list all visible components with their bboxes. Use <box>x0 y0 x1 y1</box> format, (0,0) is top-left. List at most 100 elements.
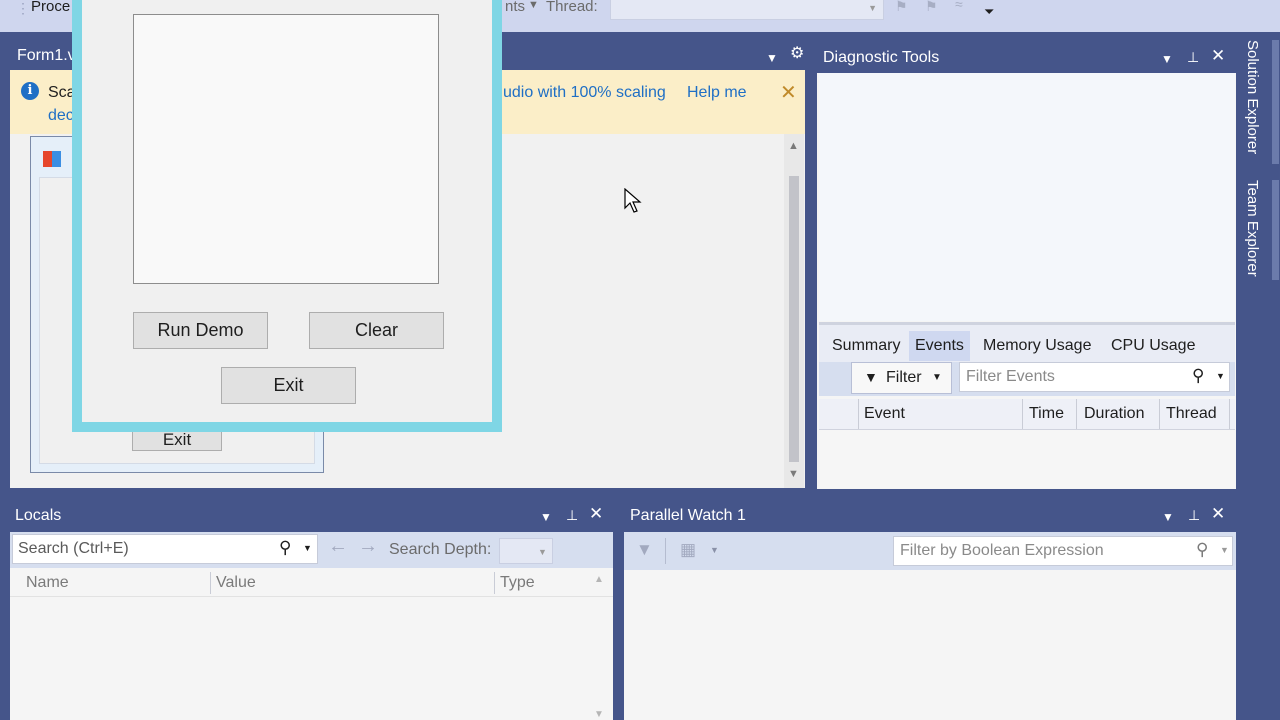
chevron-down-icon: ▼ <box>932 372 942 383</box>
thread-label: Thread: <box>546 0 598 15</box>
filter-events-placeholder: Filter Events <box>966 368 1055 385</box>
filter-icon[interactable]: ▼ <box>636 540 653 560</box>
column-time[interactable]: Time <box>1029 405 1064 423</box>
tab-cpu-usage[interactable]: CPU Usage <box>1111 337 1195 355</box>
gear-icon[interactable]: ⚙ <box>790 46 804 62</box>
locals-toolbar: Search (Ctrl+E) ⚲ ▼ ← → Search Depth: ▼ <box>10 532 613 568</box>
parallel-watch-body <box>624 570 1236 720</box>
filter-icon: ▼ <box>864 369 878 385</box>
search-icon[interactable]: ⚲ <box>279 538 291 558</box>
tab-events[interactable]: Events <box>909 331 970 361</box>
scroll-down-icon[interactable]: ▼ <box>788 468 799 480</box>
output-textbox[interactable] <box>133 14 439 284</box>
column-event[interactable]: Event <box>864 405 905 423</box>
diagnostic-graphs-area <box>819 73 1235 321</box>
column-duration[interactable]: Duration <box>1084 405 1144 423</box>
pin-icon[interactable]: ⊥ <box>1188 507 1200 523</box>
locals-header: Locals ▼ ⊥ ✕ <box>10 501 613 531</box>
forward-arrow-icon[interactable]: → <box>358 535 378 558</box>
chevron-down-icon[interactable]: ▼ <box>1220 545 1229 555</box>
clear-button[interactable]: Clear <box>309 312 444 349</box>
tab-memory-usage[interactable]: Memory Usage <box>983 337 1091 355</box>
boolean-filter-input[interactable]: Filter by Boolean Expression ⚲ ▼ <box>893 536 1233 566</box>
tab-indicator <box>1272 180 1279 280</box>
locals-grid-header: Name Value Type ▲ <box>10 568 613 597</box>
overflow-icon[interactable]: ⏷ <box>984 4 994 20</box>
flag-icon[interactable]: ⚑ <box>895 0 908 15</box>
chevron-down-icon[interactable]: ▼ <box>1216 371 1225 381</box>
parallel-watch-toolbar: ▼ ▦ ▼ Filter by Boolean Expression ⚲ ▼ <box>624 532 1236 570</box>
filter-events-input[interactable]: Filter Events ⚲ ▼ <box>959 362 1230 392</box>
tab-summary[interactable]: Summary <box>832 337 900 355</box>
filter-button[interactable]: ▼ Filter ▼ <box>851 362 952 394</box>
scroll-down-icon[interactable]: ▼ <box>594 709 604 720</box>
search-icon[interactable]: ⚲ <box>1196 540 1208 560</box>
column-thread[interactable]: Thread <box>1166 405 1217 423</box>
grid-icon[interactable]: ▦ <box>680 540 696 560</box>
right-dock-sidebar: Solution Explorer Team Explorer <box>1236 32 1280 720</box>
document-tab-form1[interactable]: Form1.v <box>17 47 76 65</box>
help-me-link[interactable]: Help me <box>687 84 747 102</box>
flag-all-icon[interactable]: ⚑ <box>925 0 938 15</box>
form-app-icon <box>43 151 61 167</box>
scroll-thumb[interactable] <box>789 176 799 462</box>
locals-search-placeholder: Search (Ctrl+E) <box>18 540 129 557</box>
team-explorer-tab[interactable]: Team Explorer <box>1244 180 1261 277</box>
search-icon[interactable]: ⚲ <box>1192 366 1204 386</box>
column-separator <box>210 572 211 594</box>
parallel-watch-header: Parallel Watch 1 ▼ ⊥ ✕ <box>624 501 1236 531</box>
close-icon[interactable]: ✕ <box>780 80 797 105</box>
mouse-cursor-icon <box>624 188 642 213</box>
scroll-up-icon[interactable]: ▲ <box>788 140 799 152</box>
column-type[interactable]: Type <box>500 574 535 592</box>
stack-frames-icon[interactable]: ≈ <box>955 0 963 12</box>
chevron-down-icon[interactable]: ▼ <box>303 543 312 553</box>
search-depth-combo[interactable]: ▼ <box>499 538 553 564</box>
events-grid-header: Event Time Duration Thread <box>819 399 1235 430</box>
pin-icon[interactable]: ⊥ <box>566 507 578 523</box>
chevron-down-icon[interactable]: ▼ <box>710 545 719 555</box>
toolbar-separator <box>665 538 666 564</box>
parallel-watch-title: Parallel Watch 1 <box>630 507 746 524</box>
column-name[interactable]: Name <box>26 574 69 592</box>
diagnostic-tabs: Summary Events Memory Usage CPU Usage <box>819 322 1235 367</box>
column-separator <box>1159 399 1160 429</box>
boolean-filter-placeholder: Filter by Boolean Expression <box>900 542 1104 559</box>
events-dropdown-icon[interactable]: ▼ <box>528 0 539 11</box>
locals-title: Locals <box>15 507 62 524</box>
filter-label: Filter <box>886 369 922 386</box>
tab-dropdown-icon[interactable]: ▼ <box>766 50 778 66</box>
designer-exit-button[interactable]: Exit <box>132 429 222 451</box>
column-separator <box>858 399 859 429</box>
panel-dropdown-icon[interactable]: ▼ <box>1162 509 1174 525</box>
close-icon[interactable]: ✕ <box>1211 47 1225 64</box>
diagnostic-tools-title: Diagnostic Tools <box>823 49 940 66</box>
infobar-scaling-link[interactable]: udio with 100% scaling <box>503 84 666 102</box>
close-icon[interactable]: ✕ <box>1211 505 1225 522</box>
designer-scrollbar[interactable]: ▲ ▼ <box>784 134 804 488</box>
locals-grid-body: ▼ <box>10 597 613 720</box>
column-value[interactable]: Value <box>216 574 256 592</box>
panel-dropdown-icon[interactable]: ▼ <box>540 509 552 525</box>
locals-search-input[interactable]: Search (Ctrl+E) ⚲ ▼ <box>12 534 318 564</box>
scroll-up-icon[interactable]: ▲ <box>594 574 604 585</box>
solution-explorer-tab[interactable]: Solution Explorer <box>1244 40 1261 154</box>
thread-combo[interactable]: ▼ <box>610 0 884 20</box>
column-separator <box>1229 399 1230 429</box>
column-separator <box>494 572 495 594</box>
exit-button[interactable]: Exit <box>221 367 356 404</box>
infobar-message-link[interactable]: dec <box>48 107 74 125</box>
chevron-down-icon: ▼ <box>538 547 547 557</box>
panel-dropdown-icon[interactable]: ▼ <box>1161 51 1173 67</box>
process-label: Proce <box>31 0 71 15</box>
pin-icon[interactable]: ⊥ <box>1187 49 1199 65</box>
chevron-down-icon: ▼ <box>868 3 877 13</box>
events-grid-body <box>819 430 1235 488</box>
close-icon[interactable]: ✕ <box>589 505 603 522</box>
run-demo-button[interactable]: Run Demo <box>133 312 268 349</box>
diagnostic-filter-row: ▼ Filter ▼ Filter Events ⚲ ▼ <box>819 362 1235 396</box>
events-label: nts <box>505 0 526 15</box>
column-separator <box>1022 399 1023 429</box>
back-arrow-icon[interactable]: ← <box>328 535 348 558</box>
search-depth-label: Search Depth: <box>389 541 492 558</box>
